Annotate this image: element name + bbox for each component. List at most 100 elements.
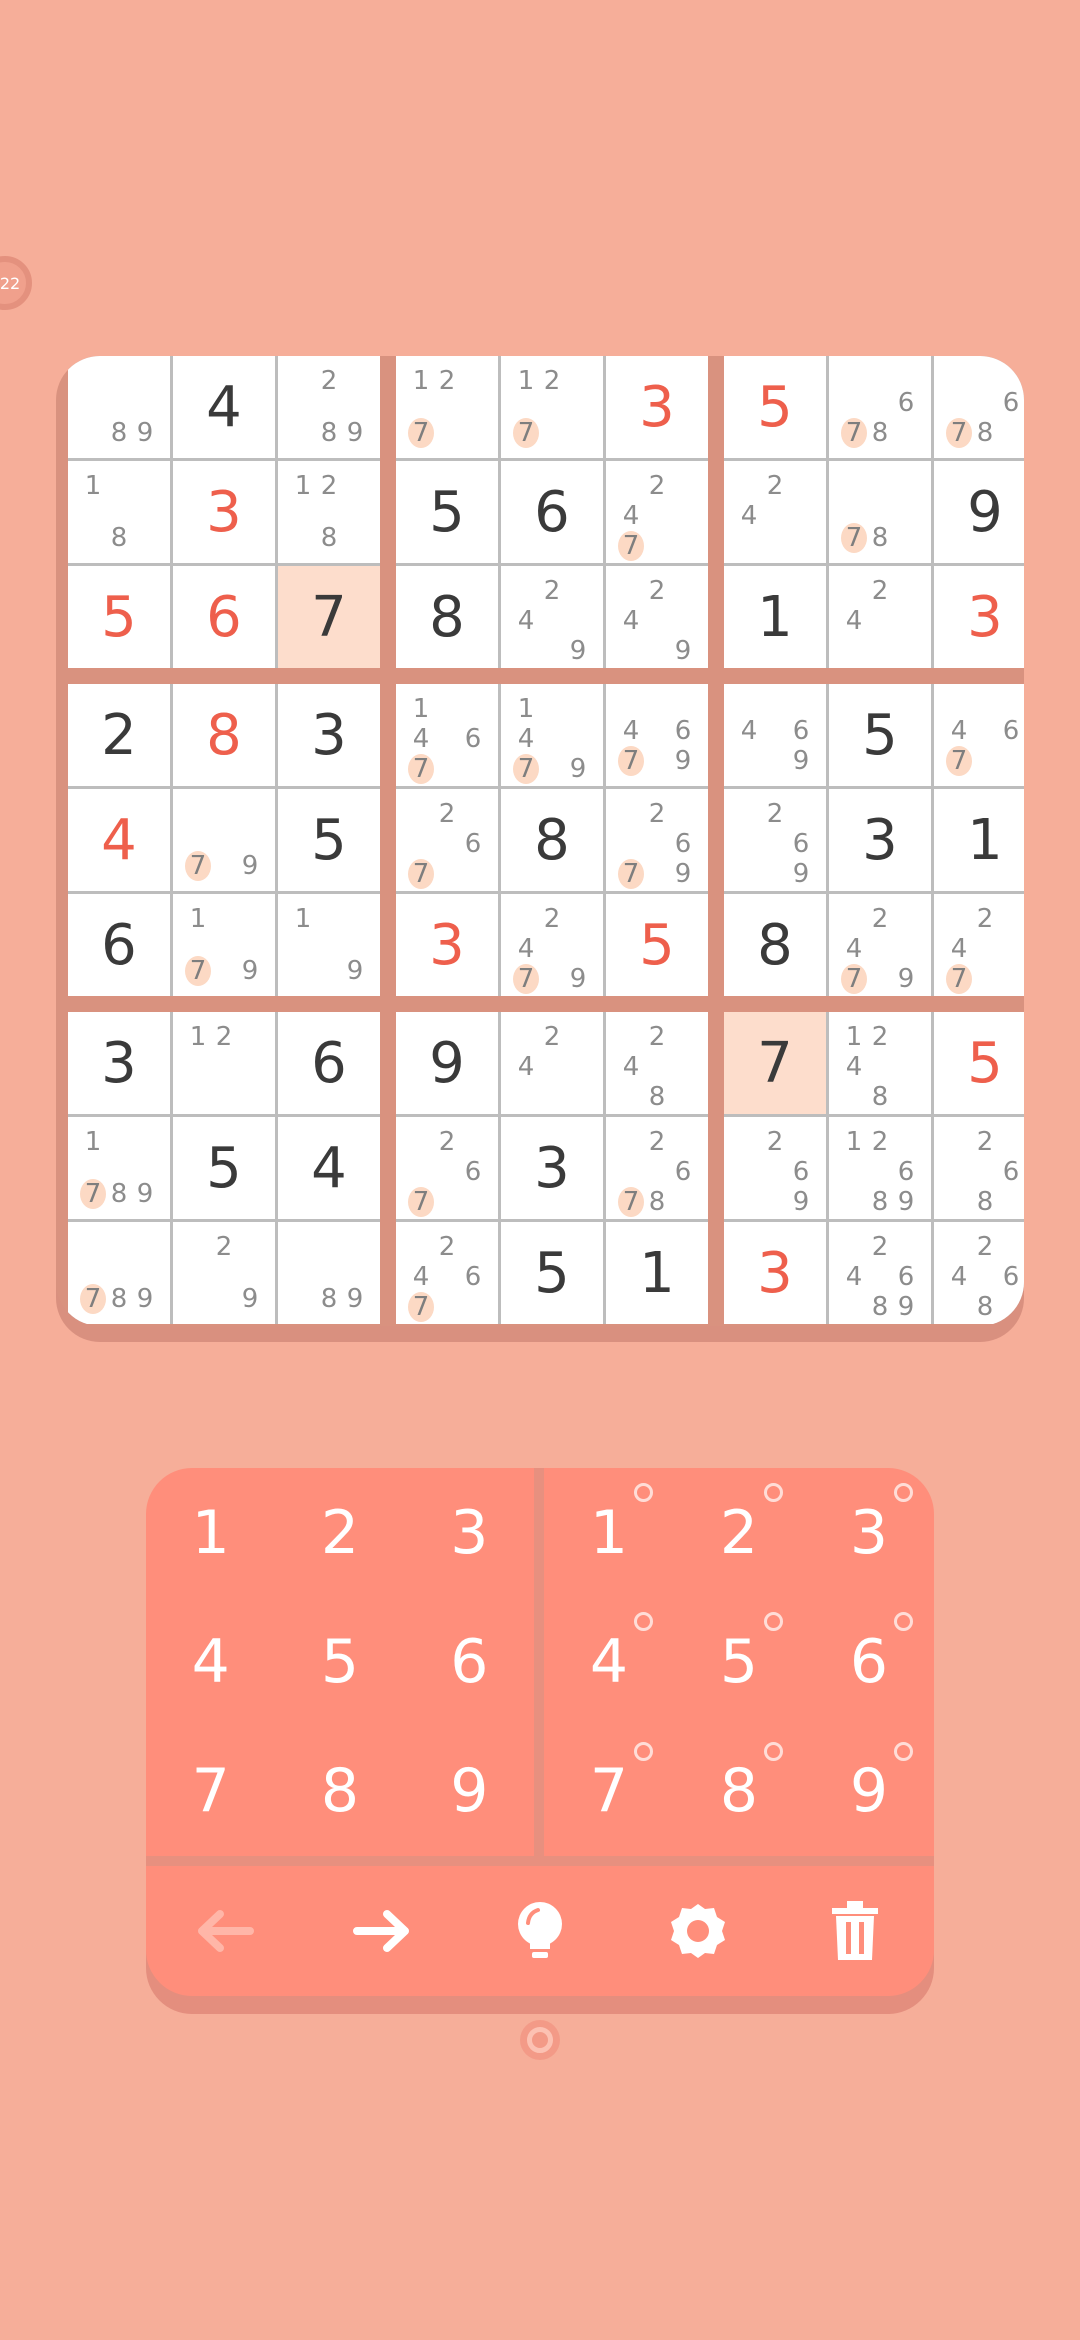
- board-cell[interactable]: 1: [606, 1222, 708, 1324]
- board-cell[interactable]: 4: [173, 356, 275, 458]
- board-cell[interactable]: 2678: [606, 1117, 708, 1219]
- board-cell[interactable]: 12 8: [278, 461, 380, 563]
- board-cell[interactable]: 127: [501, 356, 603, 458]
- board-cell[interactable]: 1789: [68, 1117, 170, 1219]
- digit-9-button[interactable]: 9: [405, 1727, 534, 1856]
- board-cell[interactable]: 3: [501, 1117, 603, 1219]
- board-cell[interactable]: 127: [396, 356, 498, 458]
- board-cell[interactable]: 19: [278, 894, 380, 996]
- note-digit-3-button[interactable]: 3: [804, 1468, 934, 1597]
- erase-button[interactable]: [805, 1881, 905, 1981]
- board-cell[interactable]: 2479: [501, 894, 603, 996]
- board-cell[interactable]: 1479: [501, 684, 603, 786]
- board-cell[interactable]: 4: [278, 1117, 380, 1219]
- board-cell[interactable]: 5: [396, 461, 498, 563]
- timer-badge[interactable]: 22: [0, 256, 32, 310]
- board-cell[interactable]: 24 689: [829, 1222, 931, 1324]
- digit-4-button[interactable]: 4: [146, 1597, 275, 1726]
- board-cell[interactable]: 5: [934, 1012, 1024, 1114]
- board-cell[interactable]: 7: [724, 1012, 826, 1114]
- board-cell[interactable]: 24 9: [501, 566, 603, 668]
- settings-button[interactable]: [648, 1881, 748, 1981]
- board-cell[interactable]: 3: [173, 461, 275, 563]
- board-cell[interactable]: 2: [68, 684, 170, 786]
- board-cell[interactable]: 1248: [829, 1012, 931, 1114]
- board-cell[interactable]: 5: [606, 894, 708, 996]
- board-cell[interactable]: 267: [396, 1117, 498, 1219]
- hint-button[interactable]: [490, 1881, 590, 1981]
- note-digit-9-button[interactable]: 9: [804, 1727, 934, 1856]
- note-digit-1-button[interactable]: 1: [544, 1468, 674, 1597]
- board-cell[interactable]: 24 67: [396, 1222, 498, 1324]
- board-cell[interactable]: 267: [396, 789, 498, 891]
- board-cell[interactable]: 89: [68, 356, 170, 458]
- board-cell[interactable]: 6: [278, 1012, 380, 1114]
- board-cell[interactable]: 24 9: [606, 566, 708, 668]
- undo-button[interactable]: [175, 1881, 275, 1981]
- note-digit-8-button[interactable]: 8: [674, 1727, 804, 1856]
- board-cell[interactable]: 3: [396, 894, 498, 996]
- board-cell[interactable]: 5: [501, 1222, 603, 1324]
- redo-button[interactable]: [332, 1881, 432, 1981]
- board-cell[interactable]: 7: [278, 566, 380, 668]
- board-cell[interactable]: 8: [173, 684, 275, 786]
- board-cell[interactable]: 24 68: [934, 1222, 1024, 1324]
- board-cell[interactable]: 89: [278, 1222, 380, 1324]
- board-cell[interactable]: 6: [173, 566, 275, 668]
- board-cell[interactable]: 3: [724, 1222, 826, 1324]
- board-cell[interactable]: 4 69: [724, 684, 826, 786]
- note-digit-7-button[interactable]: 7: [544, 1727, 674, 1856]
- board-cell[interactable]: 1 79: [173, 894, 275, 996]
- board-cell[interactable]: 3: [68, 1012, 170, 1114]
- digit-7-button[interactable]: 7: [146, 1727, 275, 1856]
- note-digit-4-button[interactable]: 4: [544, 1597, 674, 1726]
- board-cell[interactable]: 18: [68, 461, 170, 563]
- board-cell[interactable]: 12689: [829, 1117, 931, 1219]
- digit-5-button[interactable]: 5: [275, 1597, 404, 1726]
- board-cell[interactable]: 6: [501, 461, 603, 563]
- digit-6-button[interactable]: 6: [405, 1597, 534, 1726]
- digit-2-button[interactable]: 2: [275, 1468, 404, 1597]
- board-cell[interactable]: 5: [173, 1117, 275, 1219]
- board-cell[interactable]: 8: [501, 789, 603, 891]
- board-cell[interactable]: 14 67: [396, 684, 498, 786]
- board-cell[interactable]: 247: [934, 894, 1024, 996]
- board-cell[interactable]: 2 89: [278, 356, 380, 458]
- board-cell[interactable]: 4 67: [934, 684, 1024, 786]
- board-cell[interactable]: 2479: [829, 894, 931, 996]
- board-cell[interactable]: 6: [68, 894, 170, 996]
- note-digit-5-button[interactable]: 5: [674, 1597, 804, 1726]
- board-cell[interactable]: 4: [68, 789, 170, 891]
- board-cell[interactable]: 79: [173, 789, 275, 891]
- board-cell[interactable]: 1: [934, 789, 1024, 891]
- board-cell[interactable]: 247: [606, 461, 708, 563]
- note-digit-2-button[interactable]: 2: [674, 1468, 804, 1597]
- board-cell[interactable]: 789: [68, 1222, 170, 1324]
- board-cell[interactable]: 268: [934, 1117, 1024, 1219]
- digit-8-button[interactable]: 8: [275, 1727, 404, 1856]
- note-digit-6-button[interactable]: 6: [804, 1597, 934, 1726]
- board-cell[interactable]: 2679: [606, 789, 708, 891]
- board-cell[interactable]: 12: [173, 1012, 275, 1114]
- board-cell[interactable]: 8: [396, 566, 498, 668]
- board-cell[interactable]: 269: [724, 1117, 826, 1219]
- board-cell[interactable]: 8: [724, 894, 826, 996]
- board-cell[interactable]: 29: [173, 1222, 275, 1324]
- board-cell[interactable]: 9: [396, 1012, 498, 1114]
- board-cell[interactable]: 3: [278, 684, 380, 786]
- board-cell[interactable]: 269: [724, 789, 826, 891]
- board-cell[interactable]: 3: [934, 566, 1024, 668]
- board-cell[interactable]: 678: [829, 356, 931, 458]
- board-cell[interactable]: 3: [606, 356, 708, 458]
- board-cell[interactable]: 24: [501, 1012, 603, 1114]
- board-cell[interactable]: 5: [278, 789, 380, 891]
- board-cell[interactable]: 24: [829, 566, 931, 668]
- board-cell[interactable]: 1: [724, 566, 826, 668]
- digit-3-button[interactable]: 3: [405, 1468, 534, 1597]
- board-cell[interactable]: 678: [934, 356, 1024, 458]
- board-cell[interactable]: 5: [829, 684, 931, 786]
- board-cell[interactable]: 5: [724, 356, 826, 458]
- digit-1-button[interactable]: 1: [146, 1468, 275, 1597]
- board-cell[interactable]: 248: [606, 1012, 708, 1114]
- board-cell[interactable]: 24: [724, 461, 826, 563]
